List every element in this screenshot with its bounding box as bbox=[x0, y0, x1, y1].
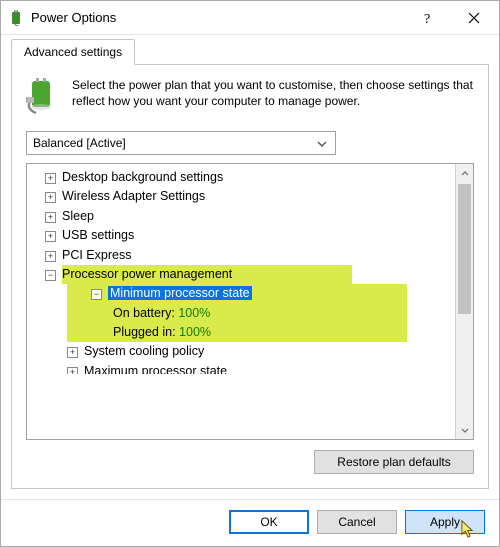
power-plan-dropdown[interactable]: Balanced [Active] bbox=[26, 131, 336, 155]
tabstrip: Advanced settings bbox=[11, 39, 489, 65]
plugged-in-value: 100% bbox=[179, 325, 211, 339]
intro-section: Select the power plan that you want to c… bbox=[26, 77, 474, 117]
tree-item-max-processor-state[interactable]: +Maximum processor state bbox=[31, 362, 453, 374]
tree-item-sleep[interactable]: +Sleep bbox=[31, 207, 453, 226]
tree-scrollbar[interactable] bbox=[455, 164, 473, 439]
expand-icon[interactable]: + bbox=[45, 192, 56, 203]
expand-icon[interactable]: + bbox=[67, 347, 78, 358]
scroll-down-icon[interactable] bbox=[456, 421, 473, 439]
plan-selected-value: Balanced [Active] bbox=[33, 136, 126, 150]
on-battery-value: 100% bbox=[178, 306, 210, 320]
tree-item-system-cooling[interactable]: +System cooling policy bbox=[31, 342, 453, 361]
help-button[interactable]: ? bbox=[405, 2, 451, 34]
tree-item-desktop-background[interactable]: +Desktop background settings bbox=[31, 168, 453, 187]
collapse-icon[interactable]: − bbox=[45, 270, 56, 281]
expand-icon[interactable]: + bbox=[67, 367, 78, 374]
expand-icon[interactable]: + bbox=[45, 231, 56, 242]
scroll-up-icon[interactable] bbox=[456, 164, 473, 182]
ok-button[interactable]: OK bbox=[229, 510, 309, 534]
apply-button[interactable]: Apply bbox=[405, 510, 485, 534]
restore-plan-defaults-button[interactable]: Restore plan defaults bbox=[314, 450, 474, 474]
power-options-icon bbox=[9, 10, 25, 26]
tree-item-processor-power-mgmt[interactable]: −Processor power management bbox=[31, 265, 453, 284]
power-options-window: Power Options ? Advanced settings bbox=[0, 0, 500, 547]
expand-icon[interactable]: + bbox=[45, 173, 56, 184]
close-button[interactable] bbox=[451, 2, 497, 34]
tree-item-usb[interactable]: +USB settings bbox=[31, 226, 453, 245]
expand-icon[interactable]: + bbox=[45, 212, 56, 223]
client-area: Advanced settings Select the bbox=[1, 35, 499, 499]
settings-tree[interactable]: +Desktop background settings +Wireless A… bbox=[27, 164, 455, 439]
svg-text:?: ? bbox=[424, 12, 430, 26]
tree-item-pci-express[interactable]: +PCI Express bbox=[31, 246, 453, 265]
tree-item-min-processor-state[interactable]: −Minimum processor state bbox=[31, 284, 453, 303]
scroll-thumb[interactable] bbox=[458, 184, 471, 314]
window-title: Power Options bbox=[31, 10, 405, 25]
tab-body: Select the power plan that you want to c… bbox=[11, 65, 489, 489]
collapse-icon[interactable]: − bbox=[91, 289, 102, 300]
chevron-down-icon bbox=[313, 136, 331, 150]
intro-text: Select the power plan that you want to c… bbox=[72, 77, 474, 117]
tree-item-wireless[interactable]: +Wireless Adapter Settings bbox=[31, 187, 453, 206]
dialog-footer: OK Cancel Apply bbox=[1, 499, 499, 546]
battery-plug-icon bbox=[26, 77, 62, 117]
cursor-icon bbox=[460, 519, 478, 539]
settings-tree-container: +Desktop background settings +Wireless A… bbox=[26, 163, 474, 440]
tree-item-on-battery[interactable]: On battery: 100% bbox=[31, 304, 453, 323]
tree-item-plugged-in[interactable]: Plugged in: 100% bbox=[31, 323, 453, 342]
cancel-button[interactable]: Cancel bbox=[317, 510, 397, 534]
tab-advanced-settings[interactable]: Advanced settings bbox=[11, 39, 135, 65]
restore-row: Restore plan defaults bbox=[26, 440, 474, 474]
expand-icon[interactable]: + bbox=[45, 251, 56, 262]
titlebar: Power Options ? bbox=[1, 1, 499, 35]
